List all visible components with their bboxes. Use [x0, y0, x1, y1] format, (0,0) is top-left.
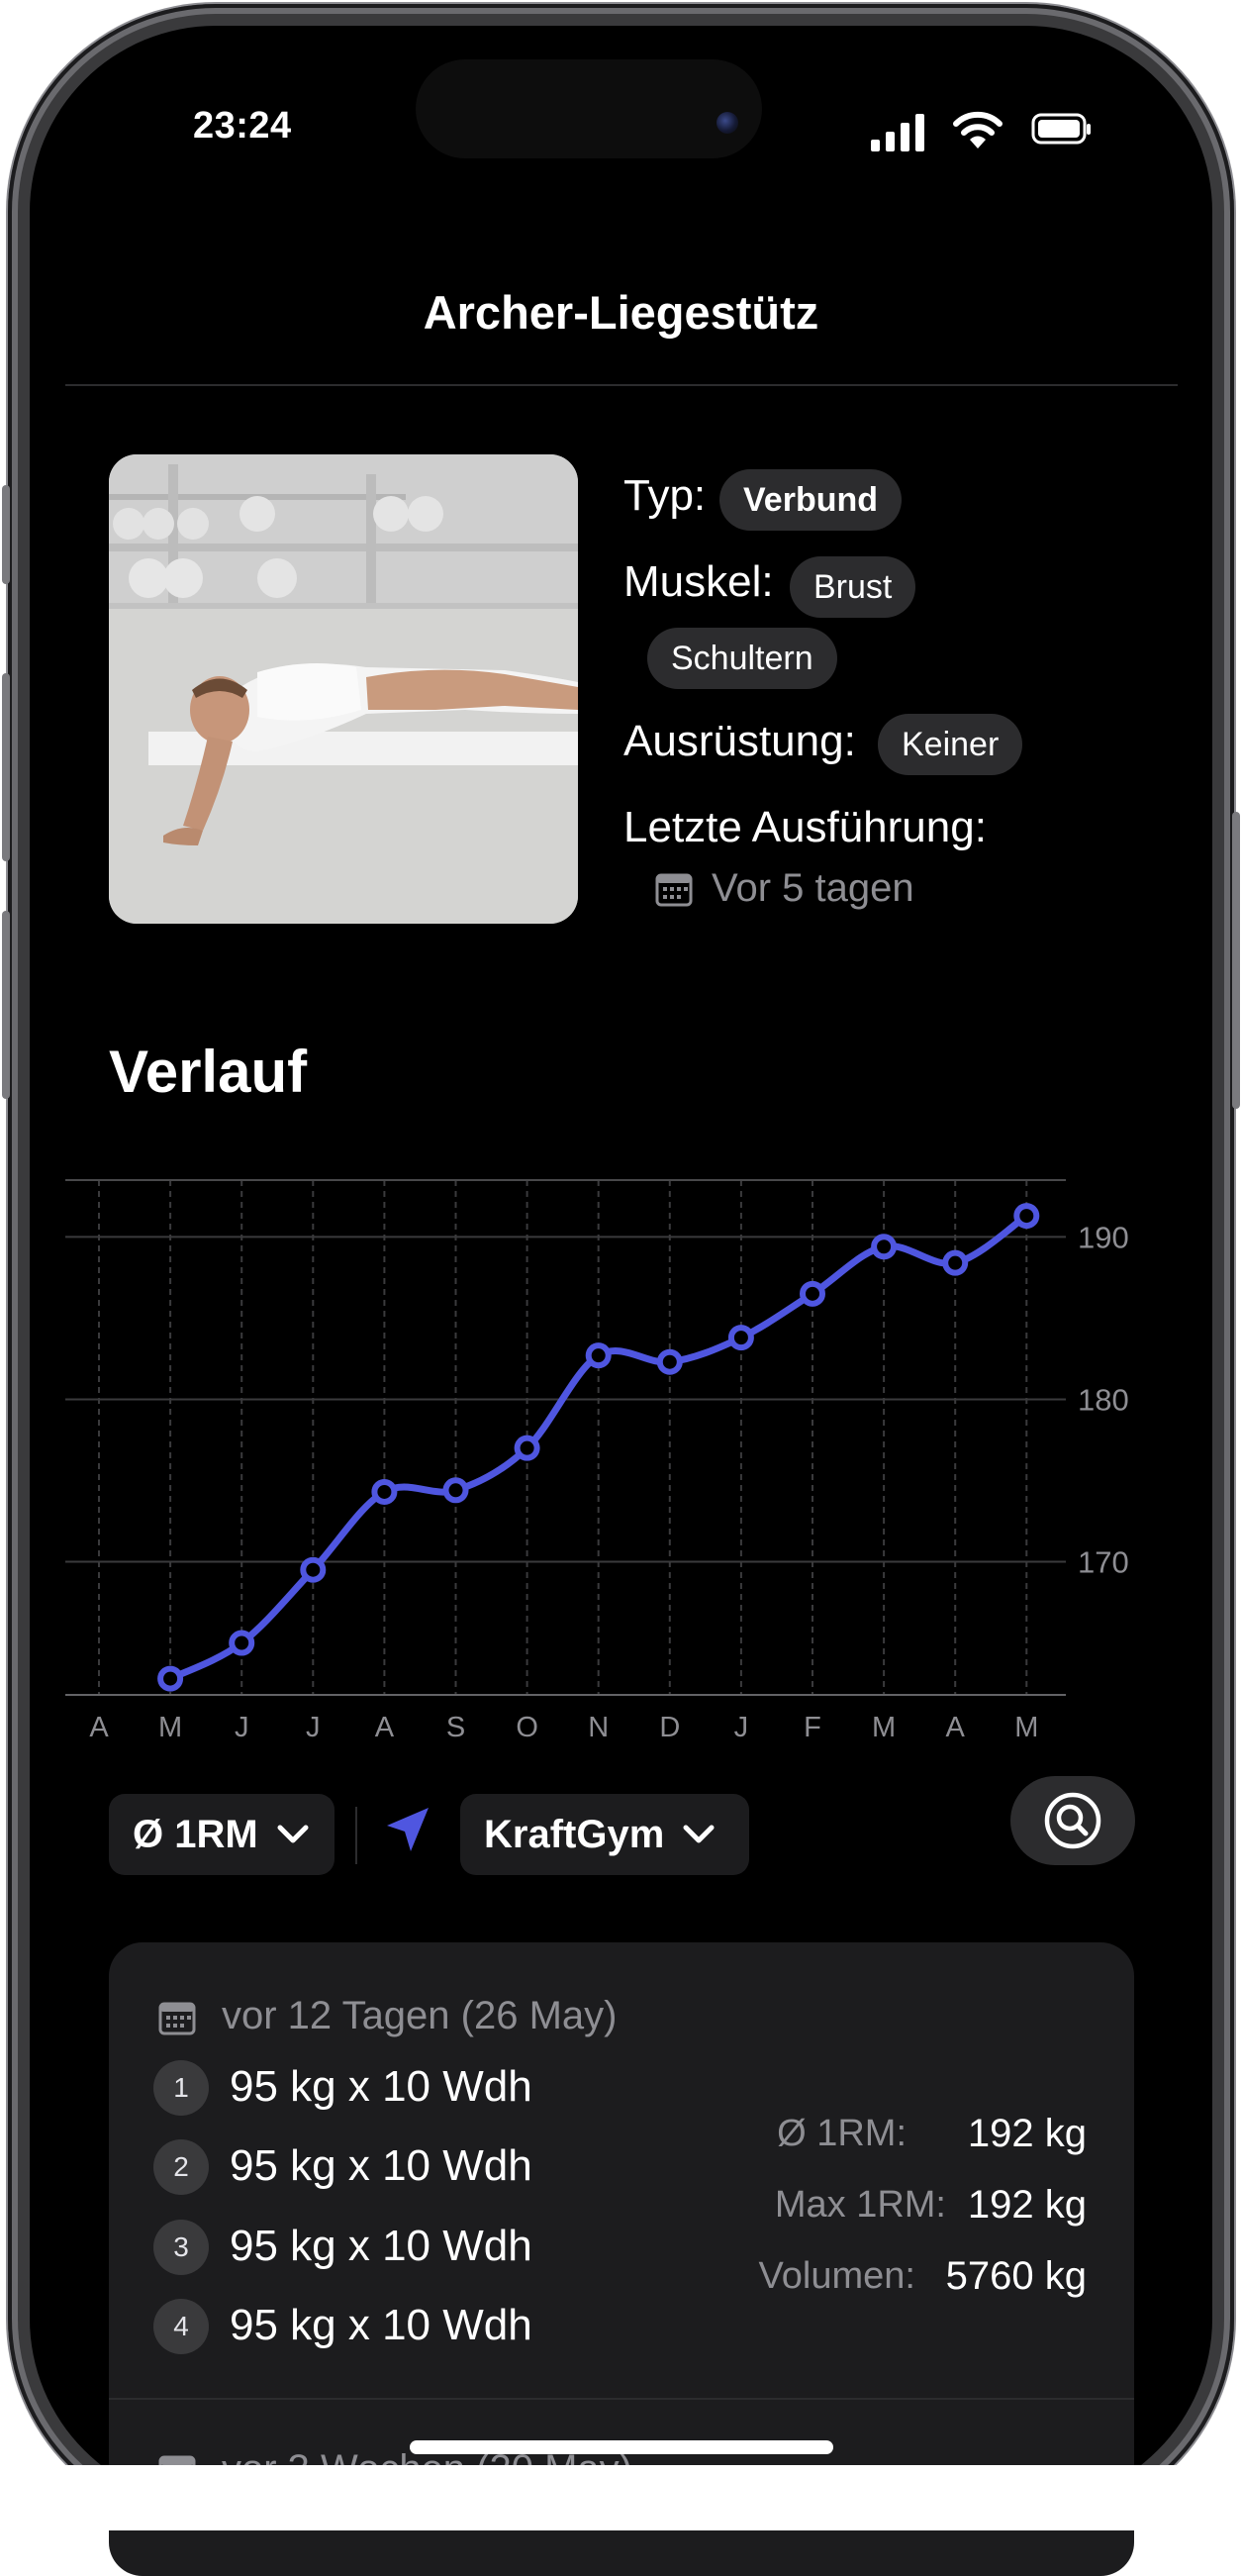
volume-label: Volumen:	[758, 2255, 915, 2297]
x-tick-label: M	[158, 1712, 182, 1743]
history-title: Verlauf	[109, 1039, 308, 1105]
volume-value: 5760 kg	[945, 2254, 1087, 2298]
y-tick-label: 190	[1078, 1220, 1129, 1254]
max-1rm-label: Max 1RM:	[774, 2184, 946, 2226]
data-point	[727, 1325, 754, 1351]
action-button	[2, 485, 10, 584]
progress-chart: A M J J A S O N D J F M A M 170 180 190	[65, 1179, 1129, 1743]
battery-icon	[1031, 113, 1091, 145]
data-point	[871, 1234, 898, 1260]
home-indicator[interactable]	[410, 2440, 833, 2454]
exercise-image	[109, 454, 578, 924]
muscle-chip-chest: Brust	[790, 556, 916, 618]
screen-bottom-mask	[30, 2465, 1212, 2530]
data-point	[800, 1280, 825, 1307]
set-number: 3	[153, 2220, 209, 2275]
data-point	[157, 1665, 184, 1692]
last-performed-label: Letzte Ausführung:	[623, 803, 987, 851]
power-button	[1232, 812, 1240, 1109]
location-arrow-icon[interactable]	[381, 1804, 432, 1855]
x-tick-label: M	[1014, 1712, 1038, 1743]
data-point	[585, 1342, 612, 1369]
data-point	[229, 1630, 255, 1656]
x-tick-label: J	[734, 1712, 749, 1743]
set-row: 95 kg x 10 Wdh	[230, 2141, 532, 2190]
max-1rm-value: 192 kg	[967, 2183, 1087, 2227]
x-tick-label: J	[306, 1712, 321, 1743]
volume-up-button	[2, 673, 10, 861]
chevron-down-icon	[683, 1825, 715, 1843]
set-row: 95 kg x 10 Wdh	[230, 2301, 532, 2349]
data-point	[1013, 1203, 1040, 1230]
x-tick-label: N	[588, 1712, 609, 1743]
data-point	[300, 1556, 327, 1583]
data-point	[514, 1435, 540, 1461]
session-date: vor 12 Tagen (26 May)	[222, 1994, 618, 2037]
data-point	[656, 1348, 683, 1375]
set-number: 4	[153, 2299, 209, 2354]
type-label: Typ:	[623, 471, 707, 520]
muscle-label: Muskel:	[623, 557, 774, 606]
camera-lens	[717, 112, 738, 134]
set-row: 95 kg x 10 Wdh	[230, 2062, 532, 2111]
search-icon	[1044, 1792, 1101, 1849]
metric-dropdown[interactable]: Ø 1RM	[109, 1794, 334, 1875]
x-tick-label: O	[516, 1712, 538, 1743]
status-time: 23:24	[193, 105, 292, 147]
muscle-chip-shoulders: Schultern	[647, 628, 837, 689]
calendar-icon	[158, 2002, 196, 2035]
x-tick-label: A	[946, 1712, 966, 1743]
data-point	[942, 1249, 969, 1276]
filter-divider	[355, 1807, 357, 1864]
x-tick-label: A	[375, 1712, 395, 1743]
y-tick-label: 170	[1078, 1544, 1129, 1579]
set-number: 1	[153, 2060, 209, 2116]
equipment-chip: Keiner	[878, 714, 1023, 775]
metric-dropdown-label: Ø 1RM	[133, 1812, 258, 1856]
avg-1rm-value: 192 kg	[967, 2112, 1087, 2155]
signal-icon	[871, 114, 924, 151]
x-tick-label: S	[446, 1712, 465, 1743]
equipment-label: Ausrüstung:	[623, 717, 856, 765]
search-button[interactable]	[1010, 1776, 1135, 1865]
set-number: 2	[153, 2139, 209, 2195]
chevron-down-icon	[277, 1825, 309, 1843]
x-tick-label: F	[804, 1712, 821, 1743]
header-divider	[65, 384, 1178, 386]
x-tick-label: J	[235, 1712, 249, 1743]
x-tick-label: M	[872, 1712, 896, 1743]
volume-down-button	[2, 911, 10, 1099]
wifi-icon	[953, 111, 1003, 149]
data-point	[442, 1477, 469, 1504]
y-tick-label: 180	[1078, 1382, 1129, 1417]
last-performed-value: Vor 5 tagen	[712, 866, 914, 910]
type-chip: Verbund	[719, 469, 903, 531]
data-point	[371, 1478, 398, 1505]
card-divider	[109, 2398, 1134, 2400]
calendar-icon	[655, 873, 693, 907]
location-dropdown-label: KraftGym	[484, 1812, 665, 1856]
page-title: Archer-Liegestütz	[423, 286, 819, 339]
dynamic-island	[416, 59, 762, 158]
x-tick-label: A	[89, 1712, 109, 1743]
location-dropdown[interactable]: KraftGym	[460, 1794, 749, 1875]
set-row: 95 kg x 10 Wdh	[230, 2222, 532, 2270]
avg-1rm-label: Ø 1RM:	[777, 2113, 907, 2154]
x-tick-label: D	[659, 1712, 680, 1743]
